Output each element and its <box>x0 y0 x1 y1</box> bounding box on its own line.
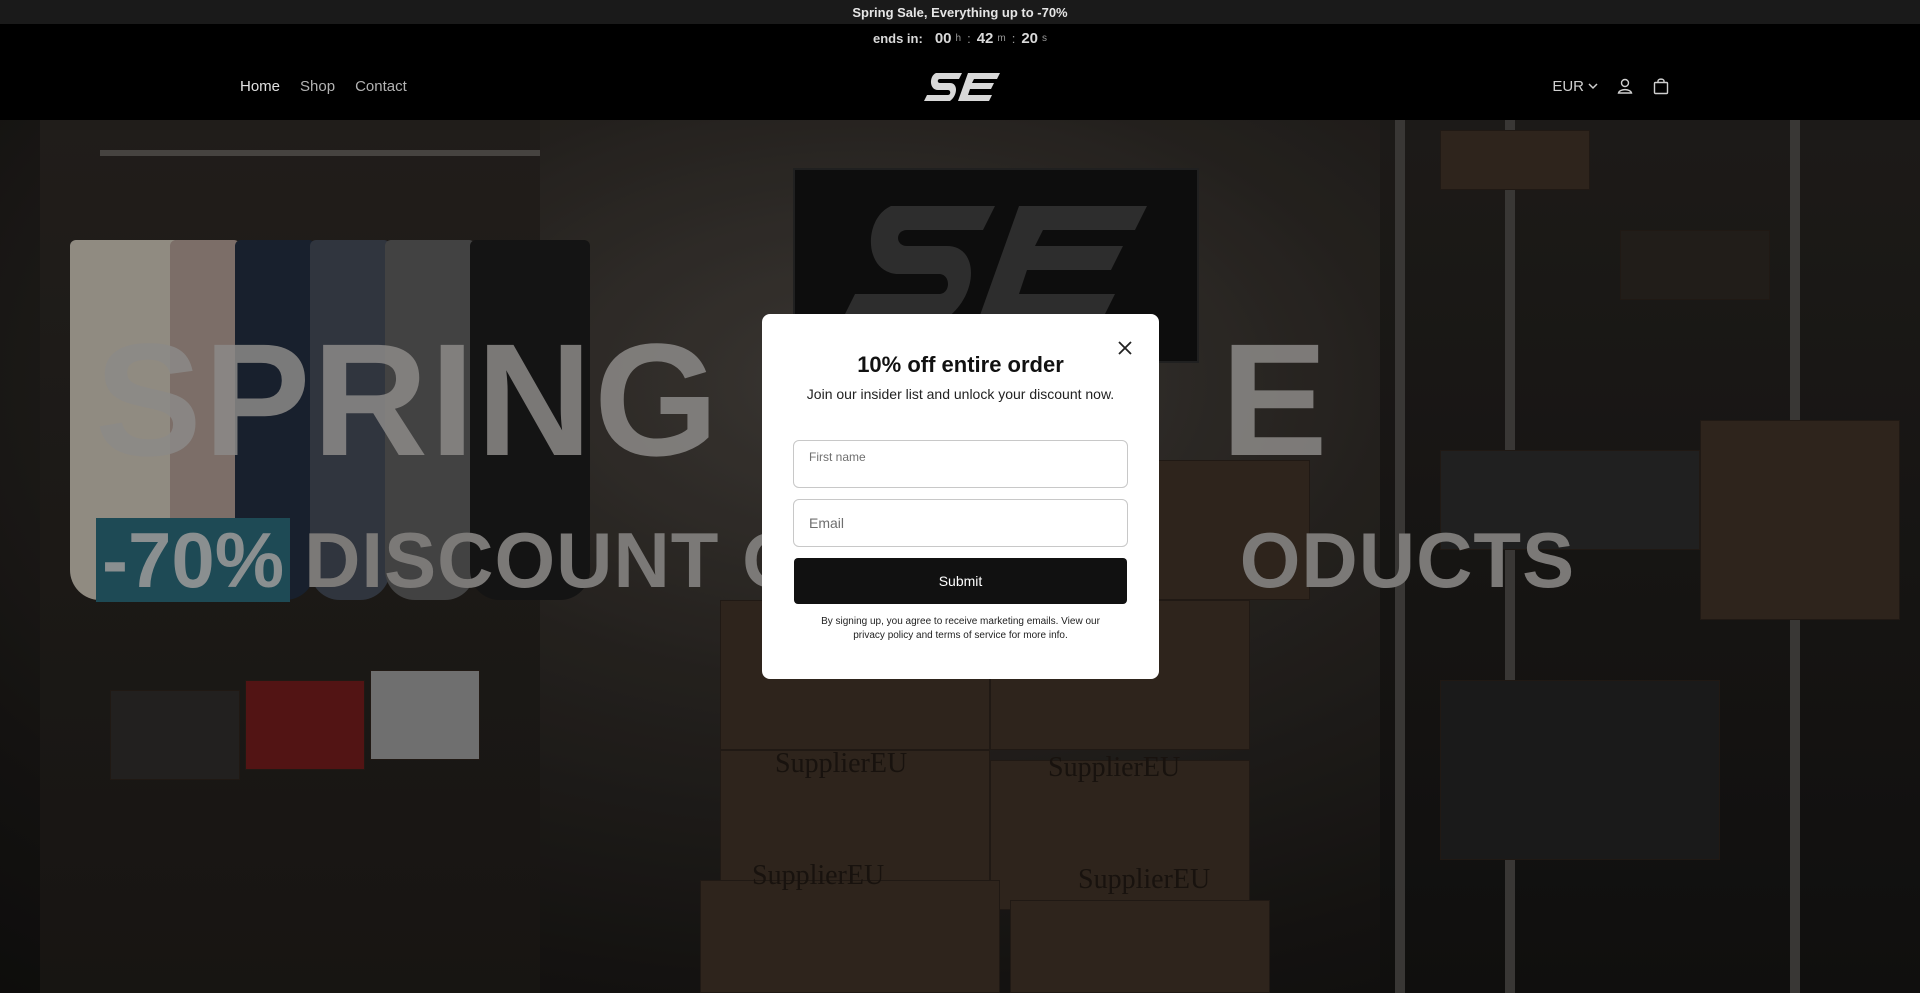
popup-legal-text: By signing up, you agree to receive mark… <box>821 616 1100 641</box>
announcement-bar: Spring Sale, Everything up to -70% <box>0 0 1920 24</box>
countdown-separator: : <box>1011 30 1016 46</box>
countdown-separator: : <box>967 30 971 46</box>
email-placeholder: Email <box>809 515 845 531</box>
countdown-seconds: 20 <box>1021 29 1039 47</box>
hero-subtitle-right: ODUCTS <box>1239 516 1576 604</box>
email-field[interactable]: Email <box>793 499 1128 547</box>
hero-subtitle-left: DISCOUNT O <box>304 516 804 604</box>
submit-button[interactable]: Submit <box>794 558 1127 604</box>
countdown-seconds-unit: s <box>1042 32 1048 44</box>
currency-label: EUR <box>1552 77 1584 95</box>
countdown-hours: 00 <box>934 29 952 47</box>
site-header: Home Shop Contact EUR <box>0 52 1920 120</box>
first-name-field[interactable]: First name <box>793 440 1128 488</box>
header-actions: EUR <box>1552 52 1670 120</box>
discount-badge: -70% <box>96 518 291 602</box>
nav-item-contact[interactable]: Contact <box>355 78 407 95</box>
nav-item-home[interactable]: Home <box>240 78 280 95</box>
currency-selector[interactable]: EUR <box>1552 78 1598 95</box>
cart-icon[interactable] <box>1652 77 1670 95</box>
first-name-placeholder: First name <box>809 450 866 464</box>
logo-icon <box>924 73 1000 101</box>
main-nav: Home Shop Contact <box>240 52 407 120</box>
announcement-text: Spring Sale, Everything up to -70% <box>852 4 1068 20</box>
account-icon[interactable] <box>1616 77 1634 95</box>
site-logo[interactable] <box>922 70 1002 104</box>
hero-title-tail: E <box>1220 310 1330 489</box>
countdown-label: ends in: <box>872 30 923 46</box>
countdown-minutes: 42 <box>976 29 994 47</box>
chevron-down-icon <box>1588 83 1598 90</box>
countdown-timer: ends in: 00 h : 42 m : 20 s <box>0 24 1920 52</box>
popup-title: 10% off entire order <box>857 352 1064 377</box>
discount-popup: 10% off entire order Join our insider li… <box>762 314 1159 679</box>
popup-description: Join our insider list and unlock your di… <box>806 386 1115 402</box>
countdown-minutes-unit: m <box>997 32 1006 44</box>
nav-item-shop[interactable]: Shop <box>300 78 335 95</box>
countdown-hours-unit: h <box>955 32 962 44</box>
hero-title-text: SPRING <box>95 310 721 489</box>
